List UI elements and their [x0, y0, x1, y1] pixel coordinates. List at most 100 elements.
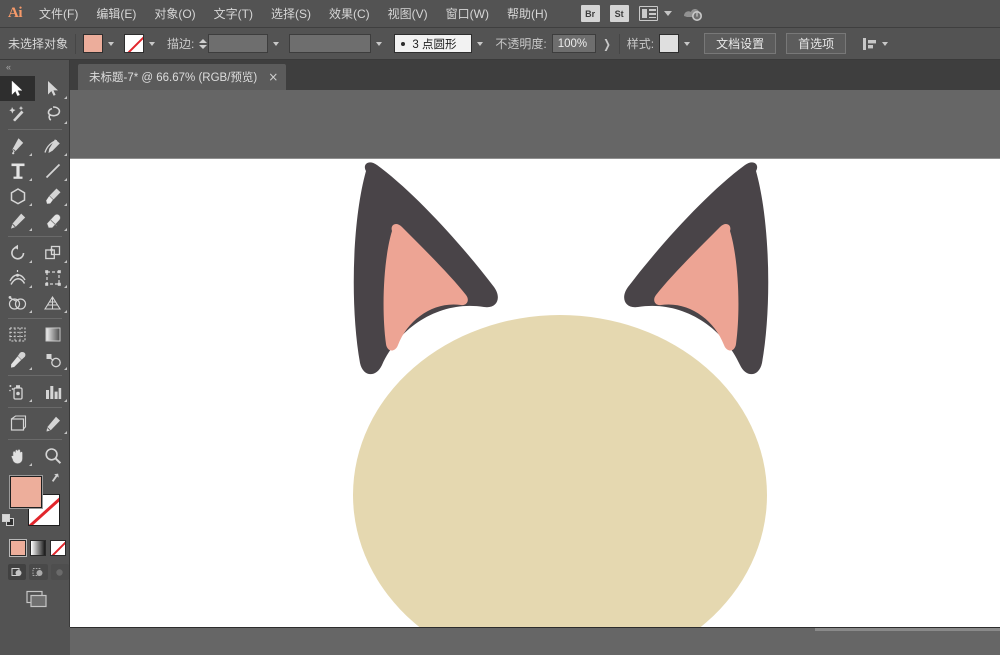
drawing-mode-row	[0, 556, 69, 580]
draw-normal-button[interactable]	[8, 564, 26, 580]
zoom-tool[interactable]	[35, 443, 70, 468]
opacity-input[interactable]: 100%	[552, 34, 596, 53]
menu-edit[interactable]: 编辑(E)	[87, 0, 145, 28]
brush-dot-icon	[401, 42, 405, 46]
opacity-label: 不透明度:	[495, 35, 546, 52]
perspective-grid-tool[interactable]	[35, 290, 70, 315]
swap-fill-stroke-icon[interactable]	[51, 473, 64, 486]
lasso-tool[interactable]	[35, 101, 70, 126]
close-icon[interactable]: ×	[268, 71, 278, 83]
selection-tool[interactable]	[0, 76, 35, 101]
arrange-documents-button[interactable]	[639, 6, 672, 21]
eyedropper-tool[interactable]	[0, 347, 35, 372]
menu-select[interactable]: 选择(S)	[262, 0, 320, 28]
symbol-sprayer-tool[interactable]	[0, 379, 35, 404]
paintbrush-tool[interactable]	[35, 183, 70, 208]
none-mode-button[interactable]	[50, 540, 66, 556]
cat-head-ellipse[interactable]	[353, 315, 767, 627]
tool-grid	[0, 74, 70, 468]
stroke-profile-select[interactable]	[289, 34, 371, 53]
artboard-tool[interactable]	[0, 411, 35, 436]
graphic-style-swatch[interactable]	[659, 34, 679, 53]
stroke-color-control[interactable]	[124, 34, 155, 53]
menu-object[interactable]: 对象(O)	[145, 0, 204, 28]
type-tool[interactable]	[0, 158, 35, 183]
brush-definition-label: 3 点圆形	[412, 36, 456, 52]
bridge-icon[interactable]: Br	[581, 5, 600, 22]
shape-builder-tool[interactable]	[0, 290, 35, 315]
preferences-button[interactable]: 首选项	[786, 33, 846, 54]
align-icon[interactable]	[862, 37, 877, 51]
stroke-weight-label: 描边:	[167, 35, 194, 52]
toolbar-fill-swatch[interactable]	[10, 476, 42, 508]
gradient-tool[interactable]	[35, 322, 70, 347]
chevron-right-icon[interactable]: ❯	[603, 37, 611, 51]
column-graph-tool[interactable]	[35, 379, 70, 404]
pencil-tool[interactable]	[0, 208, 35, 233]
chevron-down-icon[interactable]	[273, 42, 279, 46]
menubar-right-cluster: Br St	[581, 5, 706, 23]
document-tab-title: 未标题-7* @ 66.67% (RGB/预览)	[89, 69, 257, 85]
document-tab[interactable]: 未标题-7* @ 66.67% (RGB/预览) ×	[78, 64, 286, 90]
menu-bar: Ai 文件(F) 编辑(E) 对象(O) 文字(T) 选择(S) 效果(C) 视…	[0, 0, 1000, 28]
eraser-tool[interactable]	[35, 208, 70, 233]
illustrator-window: Ai 文件(F) 编辑(E) 对象(O) 文字(T) 选择(S) 效果(C) 视…	[0, 0, 1000, 655]
chevron-down-icon[interactable]	[477, 42, 483, 46]
fill-control[interactable]	[83, 34, 114, 53]
divider	[75, 34, 76, 54]
pen-tool[interactable]	[0, 133, 35, 158]
menu-file[interactable]: 文件(F)	[30, 0, 87, 28]
chevron-down-icon[interactable]	[108, 42, 114, 46]
direct-selection-tool[interactable]	[35, 76, 70, 101]
shape-tool[interactable]	[0, 183, 35, 208]
tool-divider	[0, 126, 70, 133]
menu-type[interactable]: 文字(T)	[205, 0, 262, 28]
magic-wand-tool[interactable]	[0, 101, 35, 126]
fill-swatch[interactable]	[83, 34, 103, 53]
horizontal-scrollbar[interactable]	[815, 628, 1000, 631]
hand-tool[interactable]	[0, 443, 35, 468]
width-tool[interactable]	[0, 265, 35, 290]
color-mode-button[interactable]	[10, 540, 26, 556]
blend-tool[interactable]	[35, 347, 70, 372]
tool-divider	[0, 233, 70, 240]
cat-artwork[interactable]	[70, 159, 1000, 627]
curvature-tool[interactable]	[35, 133, 70, 158]
stroke-weight-input[interactable]	[208, 34, 268, 53]
draw-inside-button[interactable]	[51, 564, 69, 580]
draw-behind-button[interactable]	[29, 564, 47, 580]
divider	[619, 34, 620, 54]
chevron-down-icon[interactable]	[149, 42, 155, 46]
slice-tool[interactable]	[35, 411, 70, 436]
stock-icon[interactable]: St	[610, 5, 629, 22]
screen-mode-button[interactable]	[22, 590, 48, 614]
sync-settings-icon[interactable]	[682, 5, 706, 23]
mesh-tool[interactable]	[0, 322, 35, 347]
menu-help[interactable]: 帮助(H)	[498, 0, 557, 28]
chevron-down-icon[interactable]	[882, 42, 888, 46]
default-fill-stroke-icon[interactable]	[2, 514, 16, 528]
document-tab-bar: 未标题-7* @ 66.67% (RGB/预览) ×	[70, 60, 1000, 90]
document-setup-button[interactable]: 文档设置	[704, 33, 776, 54]
style-label: 样式:	[627, 35, 654, 52]
brush-definition-select[interactable]: 3 点圆形	[394, 34, 472, 53]
free-transform-tool[interactable]	[35, 265, 70, 290]
color-mode-row	[0, 534, 69, 556]
tools-panel-grip[interactable]: «	[0, 60, 69, 74]
line-segment-tool[interactable]	[35, 158, 70, 183]
stroke-swatch[interactable]	[124, 34, 144, 53]
stroke-weight-stepper[interactable]	[199, 36, 208, 52]
menu-effect[interactable]: 效果(C)	[320, 0, 379, 28]
control-bar: 未选择对象 描边: 3 点圆形 不透明度: 100%	[0, 28, 1000, 60]
menu-window[interactable]: 窗口(W)	[437, 0, 498, 28]
canvas-area[interactable]	[70, 90, 1000, 627]
rotate-tool[interactable]	[0, 240, 35, 265]
chevron-down-icon[interactable]	[376, 42, 382, 46]
chevron-down-icon[interactable]	[684, 42, 690, 46]
gradient-mode-button[interactable]	[30, 540, 46, 556]
toolbar-bottom-filler	[0, 627, 70, 655]
menu-view[interactable]: 视图(V)	[379, 0, 437, 28]
tool-divider	[0, 315, 70, 322]
scale-tool[interactable]	[35, 240, 70, 265]
artboard[interactable]	[70, 158, 1000, 627]
